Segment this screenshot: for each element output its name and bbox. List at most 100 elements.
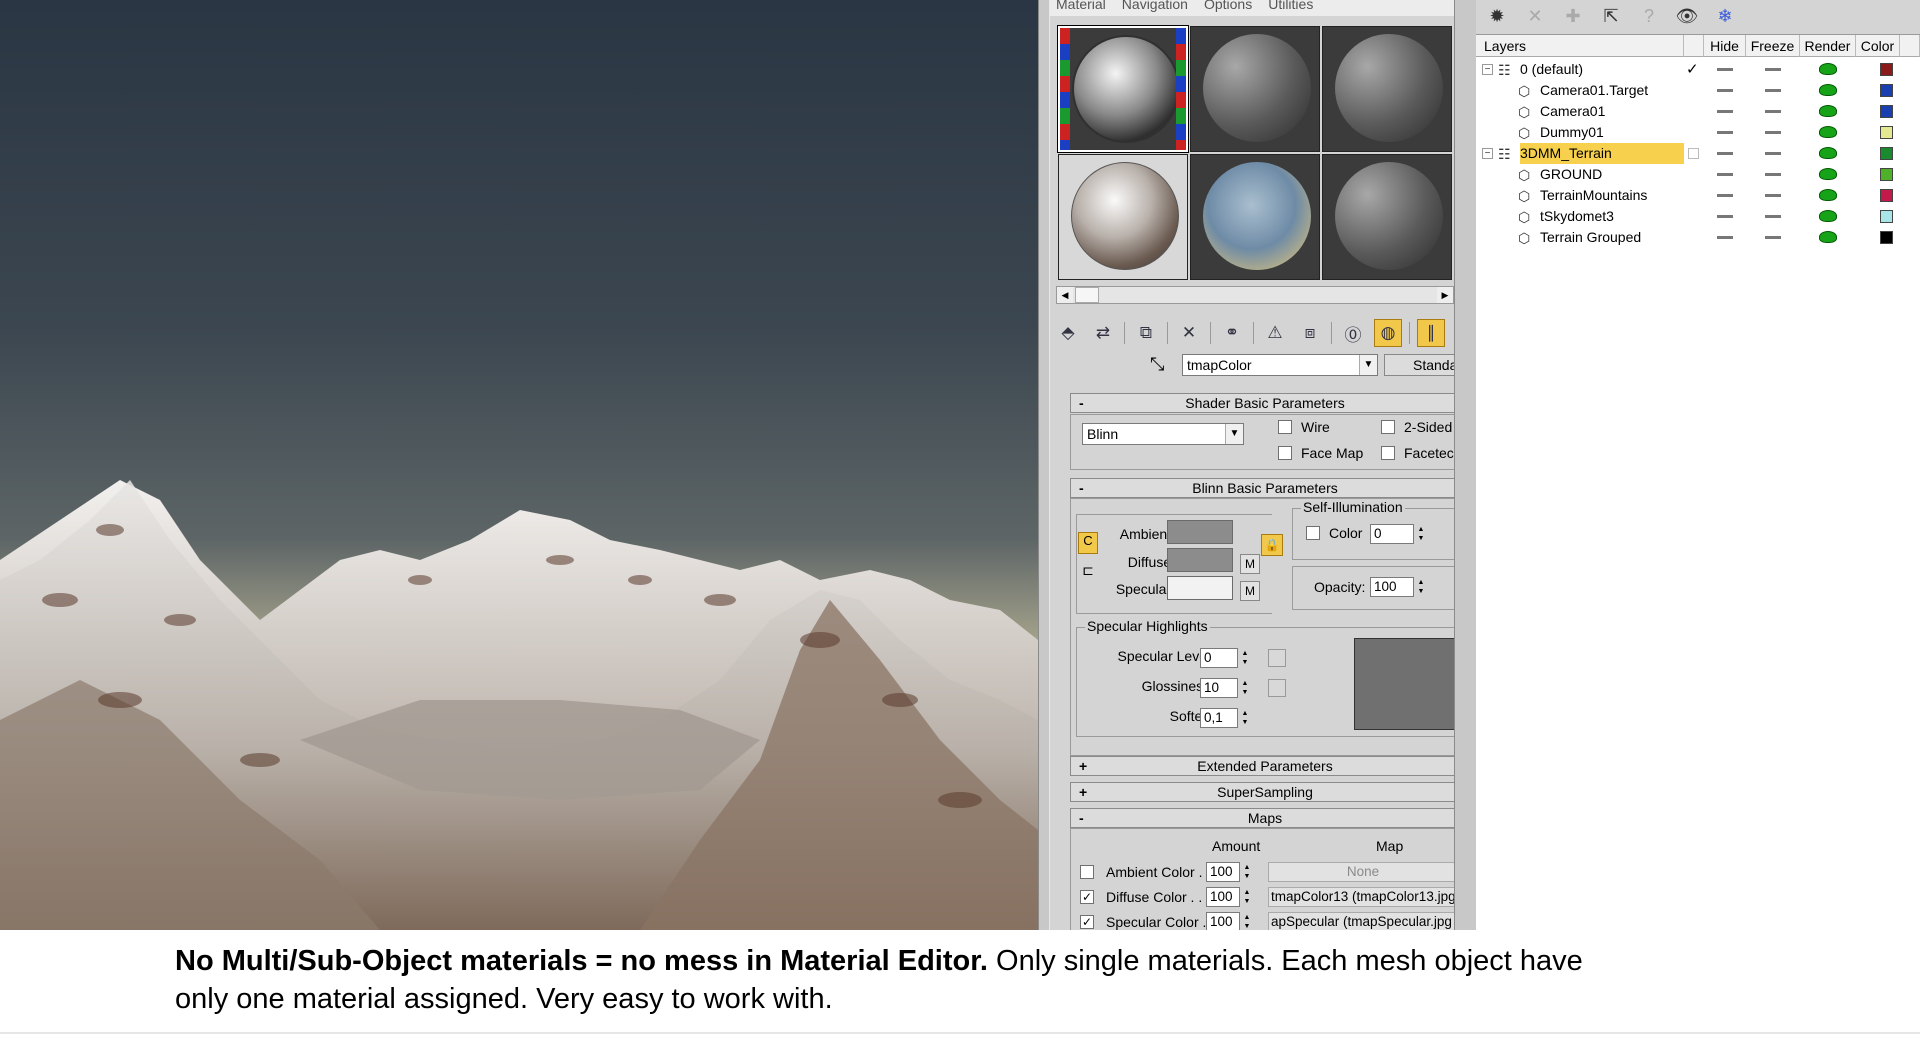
spinner-arrows-icon[interactable]: ▲ ▼ <box>1241 913 1253 930</box>
shader-type-select[interactable]: Blinn ▼ <box>1082 423 1244 445</box>
hide-toggle[interactable] <box>1717 173 1733 176</box>
sample-slots-scrollbar[interactable]: ◀ ▶ <box>1056 286 1454 304</box>
layer-color-swatch[interactable] <box>1880 126 1893 139</box>
faceted-checkbox[interactable] <box>1381 446 1395 460</box>
freeze-all-icon[interactable]: ❄ <box>1710 6 1740 27</box>
layer-color-swatch[interactable] <box>1880 231 1893 244</box>
layer-color-swatch[interactable] <box>1880 105 1893 118</box>
sample-slot-1[interactable] <box>1057 25 1189 153</box>
soften-spinner[interactable]: 0,1 ▲ ▼ <box>1200 708 1248 728</box>
layer-row-name[interactable]: Terrain Grouped <box>1540 227 1641 248</box>
get-material-icon[interactable]: ⬘ <box>1054 319 1082 347</box>
diffuse-map-button[interactable]: M <box>1240 554 1260 574</box>
object-row[interactable]: ⬡ Camera01.Target <box>1476 80 1920 101</box>
spinner-arrows-icon[interactable]: ▲ ▼ <box>1241 863 1253 881</box>
spinner-arrows-icon[interactable]: ▲ ▼ <box>1241 888 1253 906</box>
layer-color-swatch[interactable] <box>1880 189 1893 202</box>
hide-toggle[interactable] <box>1717 131 1733 134</box>
col-layers[interactable]: Layers <box>1476 35 1684 57</box>
object-row[interactable]: ⬡ TerrainMountains <box>1476 185 1920 206</box>
specular-map-button[interactable]: M <box>1240 581 1260 601</box>
shader-basic-rollout[interactable]: - Shader Basic Parameters <box>1070 393 1454 413</box>
put-to-library-icon[interactable]: ⚠ <box>1261 319 1289 347</box>
layer-row-name[interactable]: TerrainMountains <box>1540 185 1647 206</box>
layer-row-name[interactable]: 0 (default) <box>1520 59 1583 80</box>
freeze-toggle[interactable] <box>1765 236 1781 239</box>
checkmark-icon[interactable]: ✓ <box>1686 60 1699 78</box>
sample-slot-4[interactable] <box>1058 154 1188 280</box>
scroll-right-icon[interactable]: ▶ <box>1437 287 1453 303</box>
hide-toggle[interactable] <box>1717 89 1733 92</box>
chevron-down-icon[interactable]: ▼ <box>1225 424 1243 444</box>
set-current-box[interactable] <box>1688 148 1699 159</box>
layer-color-swatch[interactable] <box>1880 63 1893 76</box>
render-teapot-icon[interactable] <box>1819 105 1837 117</box>
viewport-divider[interactable] <box>1038 0 1050 930</box>
specular-map-button[interactable]: apSpecular (tmapSpecular.jpg <box>1268 912 1454 930</box>
layer-row-name[interactable]: Camera01.Target <box>1540 80 1648 101</box>
diffuse-swatch[interactable] <box>1167 548 1233 572</box>
layer-row-name[interactable]: tSkydomet3 <box>1540 206 1614 227</box>
material-type-button[interactable]: Standa <box>1384 354 1454 376</box>
blinn-basic-rollout[interactable]: - Blinn Basic Parameters <box>1070 478 1454 498</box>
material-effects-icon[interactable]: ⓪ <box>1339 319 1367 347</box>
ambient-swatch[interactable] <box>1167 520 1233 544</box>
panel-divider[interactable] <box>1454 0 1476 930</box>
sample-slot-2[interactable] <box>1190 26 1320 152</box>
self-illum-color-checkbox[interactable] <box>1306 526 1320 540</box>
put-to-scene-icon[interactable]: ⇄ <box>1089 319 1117 347</box>
face-map-checkbox[interactable] <box>1278 446 1292 460</box>
pick-material-icon[interactable]: ⤡ <box>1150 354 1164 375</box>
create-layer-icon[interactable]: ✹ <box>1482 6 1512 27</box>
reset-map-icon[interactable]: ✕ <box>1175 319 1203 347</box>
hide-toggle[interactable] <box>1717 236 1733 239</box>
layer-row-name[interactable]: Camera01 <box>1540 101 1605 122</box>
layer-color-swatch[interactable] <box>1880 210 1893 223</box>
diffuse-map-button[interactable]: tmapColor13 (tmapColor13.jpg <box>1268 887 1454 907</box>
opacity-spinner[interactable]: 100 ▲ ▼ <box>1370 577 1424 597</box>
make-unique-icon[interactable]: ⚭ <box>1218 319 1246 347</box>
two-sided-checkbox[interactable] <box>1381 420 1395 434</box>
menu-options[interactable]: Options <box>1204 0 1252 16</box>
render-teapot-icon[interactable] <box>1819 84 1837 96</box>
freeze-toggle[interactable] <box>1765 194 1781 197</box>
ambient-map-checkbox[interactable] <box>1080 865 1094 879</box>
collapse-icon[interactable]: − <box>1482 148 1493 159</box>
render-teapot-icon[interactable] <box>1819 231 1837 243</box>
specular-level-map-button[interactable] <box>1268 649 1286 667</box>
col-color[interactable]: Color <box>1856 35 1900 57</box>
freeze-toggle[interactable] <box>1765 152 1781 155</box>
freeze-toggle[interactable] <box>1765 131 1781 134</box>
hide-toggle[interactable] <box>1717 215 1733 218</box>
hide-toggle[interactable] <box>1717 110 1733 113</box>
show-end-result-icon[interactable]: ∥ <box>1417 319 1445 347</box>
select-objects-icon[interactable]: ⇱ <box>1596 6 1626 27</box>
spinner-arrows-icon[interactable]: ▲ ▼ <box>1239 709 1251 727</box>
glossiness-spinner[interactable]: 10 ▲ ▼ <box>1200 678 1248 698</box>
menu-navigation[interactable]: Navigation <box>1122 0 1188 16</box>
specular-amount-spinner[interactable]: 100 ▲ ▼ <box>1206 912 1250 930</box>
render-teapot-icon[interactable] <box>1819 147 1837 159</box>
col-current[interactable] <box>1684 35 1704 57</box>
sample-slot-6[interactable] <box>1322 154 1452 280</box>
spinner-arrows-icon[interactable]: ▲ ▼ <box>1415 578 1427 596</box>
layer-color-swatch[interactable] <box>1880 84 1893 97</box>
freeze-toggle[interactable] <box>1765 110 1781 113</box>
render-teapot-icon[interactable] <box>1819 168 1837 180</box>
chevron-down-icon[interactable]: ▼ <box>1359 355 1377 375</box>
freeze-toggle[interactable] <box>1765 89 1781 92</box>
render-teapot-icon[interactable] <box>1819 189 1837 201</box>
spinner-arrows-icon[interactable]: ▲ ▼ <box>1239 649 1251 667</box>
assign-material-icon[interactable]: ⧉ <box>1132 319 1160 347</box>
hide-toggle[interactable] <box>1717 68 1733 71</box>
help-icon[interactable]: ? <box>1634 6 1664 27</box>
specular-swatch[interactable] <box>1167 576 1233 600</box>
freeze-toggle[interactable] <box>1765 215 1781 218</box>
specular-level-spinner[interactable]: 0 ▲ ▼ <box>1200 648 1248 668</box>
layer-row-name[interactable]: 3DMM_Terrain <box>1520 143 1684 164</box>
col-freeze[interactable]: Freeze <box>1746 35 1800 57</box>
specular-map-checkbox[interactable]: ✓ <box>1080 915 1094 929</box>
render-teapot-icon[interactable] <box>1819 126 1837 138</box>
menu-material[interactable]: Material <box>1056 0 1106 16</box>
object-row[interactable]: ⬡ Camera01 <box>1476 101 1920 122</box>
